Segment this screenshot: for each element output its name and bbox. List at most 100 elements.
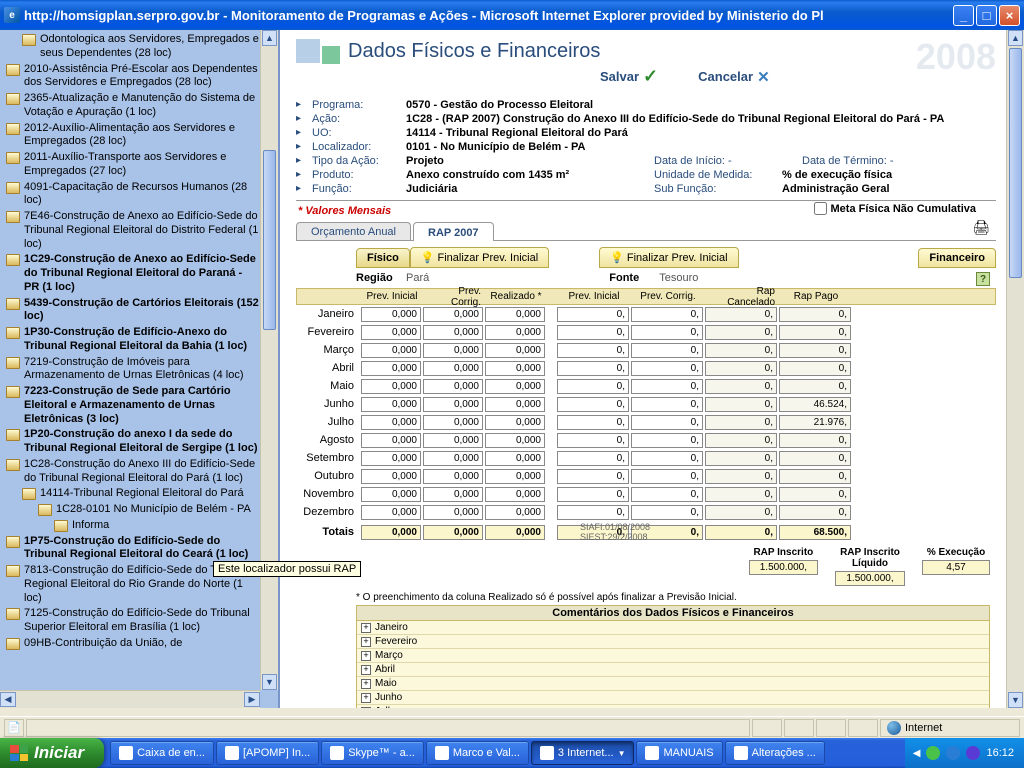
grid-cell[interactable]: 0,000 <box>361 379 421 394</box>
comment-row[interactable]: +Janeiro <box>357 621 989 635</box>
close-button[interactable]: × <box>999 5 1020 26</box>
subtab-finalizar-2[interactable]: 💡Finalizar Prev. Inicial <box>599 247 738 268</box>
grid-cell[interactable]: 0,000 <box>485 379 545 394</box>
grid-cell[interactable]: 0,000 <box>361 451 421 466</box>
sidebar-item[interactable]: 1C29-Construção de Anexo ao Edifício-Sed… <box>6 252 260 295</box>
grid-cell[interactable]: 0,000 <box>485 397 545 412</box>
taskbar-button[interactable]: Skype™ - a... <box>321 741 424 765</box>
sidebar-scrollbar-h[interactable]: ◀ ▶ <box>0 690 260 708</box>
expand-icon[interactable]: + <box>361 623 371 633</box>
grid-cell[interactable]: 0, <box>557 487 629 502</box>
grid-cell[interactable]: 0,000 <box>361 487 421 502</box>
grid-cell[interactable]: 0,000 <box>361 433 421 448</box>
system-tray[interactable]: ◀ 16:12 <box>905 738 1024 768</box>
grid-cell[interactable]: 0,000 <box>423 487 483 502</box>
grid-cell[interactable]: 0,000 <box>423 415 483 430</box>
grid-cell[interactable]: 0,000 <box>361 505 421 520</box>
grid-cell[interactable]: 0,000 <box>423 469 483 484</box>
grid-cell[interactable]: 0,000 <box>423 361 483 376</box>
tray-icon[interactable] <box>926 746 940 760</box>
scroll-thumb[interactable] <box>1009 48 1022 278</box>
comment-row[interactable]: +Julho <box>357 705 989 708</box>
grid-cell[interactable]: 0, <box>631 343 703 358</box>
grid-cell[interactable]: 0, <box>631 307 703 322</box>
subtab-financeiro[interactable]: Financeiro <box>918 248 996 268</box>
sidebar-item[interactable]: 7223-Construção de Sede para Cartório El… <box>6 384 260 427</box>
sidebar-item[interactable]: 2012-Auxílio-Alimentação aos Servidores … <box>6 121 260 151</box>
grid-cell[interactable]: 0,000 <box>485 325 545 340</box>
sidebar-item[interactable]: 1C28-Construção do Anexo III do Edifício… <box>6 457 260 487</box>
sidebar-item[interactable]: 4091-Capacitação de Recursos Humanos (28… <box>6 180 260 210</box>
tray-chevron-icon[interactable]: ◀ <box>913 748 921 759</box>
sidebar-scrollbar-v[interactable]: ▲ ▼ <box>260 30 278 690</box>
grid-cell[interactable]: 0,000 <box>361 343 421 358</box>
grid-cell[interactable]: 0, <box>631 505 703 520</box>
taskbar-button[interactable]: Caixa de en... <box>110 741 214 765</box>
taskbar-button[interactable]: 3 Internet... ▼ <box>531 741 635 765</box>
grid-cell[interactable]: 0,000 <box>485 343 545 358</box>
start-button[interactable]: Iniciar <box>0 738 104 768</box>
tab-rap-2007[interactable]: RAP 2007 <box>413 222 494 241</box>
grid-cell[interactable]: 0, <box>557 379 629 394</box>
grid-cell[interactable]: 0, <box>631 487 703 502</box>
comment-row[interactable]: +Abril <box>357 663 989 677</box>
taskbar-button[interactable]: Marco e Val... <box>426 741 529 765</box>
grid-cell[interactable]: 0, <box>631 379 703 394</box>
grid-cell[interactable]: 0, <box>631 433 703 448</box>
grid-cell[interactable]: 0,000 <box>361 325 421 340</box>
grid-cell[interactable]: 0, <box>557 469 629 484</box>
grid-cell[interactable]: 0,000 <box>423 379 483 394</box>
grid-cell[interactable]: 0,000 <box>485 487 545 502</box>
grid-cell[interactable]: 0,000 <box>361 415 421 430</box>
grid-cell[interactable]: 0,000 <box>423 325 483 340</box>
grid-cell[interactable]: 0,000 <box>485 415 545 430</box>
subtab-finalizar-1[interactable]: 💡Finalizar Prev. Inicial <box>410 247 549 268</box>
grid-cell[interactable]: 0,000 <box>361 469 421 484</box>
sidebar-item[interactable]: 09HB-Contribuição da União, de <box>6 636 260 652</box>
grid-cell[interactable]: 0,000 <box>423 343 483 358</box>
grid-cell[interactable]: 0, <box>557 343 629 358</box>
grid-cell[interactable]: 0,000 <box>485 307 545 322</box>
grid-cell[interactable]: 0, <box>631 415 703 430</box>
grid-cell[interactable]: 0, <box>631 397 703 412</box>
comment-row[interactable]: +Março <box>357 649 989 663</box>
subtab-fisico[interactable]: Físico <box>356 248 410 268</box>
grid-cell[interactable]: 0,000 <box>423 433 483 448</box>
scroll-down-icon[interactable]: ▼ <box>1008 692 1023 708</box>
taskbar-button[interactable]: MANUAIS <box>636 741 722 765</box>
sidebar-item[interactable]: 1P75-Construção do Edifício-Sede do Trib… <box>6 534 260 564</box>
grid-cell[interactable]: 0,000 <box>423 307 483 322</box>
maximize-button[interactable]: □ <box>976 5 997 26</box>
expand-icon[interactable]: + <box>361 665 371 675</box>
taskbar-button[interactable]: Alterações ... <box>725 741 825 765</box>
grid-cell[interactable]: 0, <box>631 361 703 376</box>
expand-icon[interactable]: + <box>361 651 371 661</box>
sidebar-item[interactable]: 7125-Construção do Edifício-Sede do Trib… <box>6 606 260 636</box>
grid-cell[interactable]: 0,000 <box>485 361 545 376</box>
scroll-down-icon[interactable]: ▼ <box>262 674 277 690</box>
grid-cell[interactable]: 0,000 <box>485 469 545 484</box>
grid-cell[interactable]: 0, <box>631 325 703 340</box>
expand-icon[interactable]: + <box>361 637 371 647</box>
tray-icon[interactable] <box>966 746 980 760</box>
scroll-up-icon[interactable]: ▲ <box>262 30 277 46</box>
sidebar-item[interactable]: Informa <box>6 518 260 534</box>
grid-cell[interactable]: 0,000 <box>485 433 545 448</box>
sidebar-item[interactable]: Odontologica aos Servidores, Empregados … <box>6 32 260 62</box>
tab-orcamento[interactable]: Orçamento Anual <box>296 222 411 240</box>
grid-cell[interactable]: 0, <box>557 451 629 466</box>
grid-cell[interactable]: 0,000 <box>423 505 483 520</box>
content-scrollbar[interactable]: ▲ ▼ <box>1006 30 1024 708</box>
sidebar-item[interactable]: 1C28-0101 No Município de Belém - PA <box>6 502 260 518</box>
minimize-button[interactable]: _ <box>953 5 974 26</box>
sidebar-item[interactable]: 2011-Auxílio-Transporte aos Servidores e… <box>6 150 260 180</box>
sidebar-item[interactable]: 5439-Construção de Cartórios Eleitorais … <box>6 296 260 326</box>
grid-cell[interactable]: 0, <box>557 325 629 340</box>
expand-icon[interactable]: + <box>361 679 371 689</box>
scroll-up-icon[interactable]: ▲ <box>1008 30 1023 46</box>
grid-cell[interactable]: 0, <box>631 451 703 466</box>
grid-cell[interactable]: 0, <box>557 361 629 376</box>
grid-cell[interactable]: 0, <box>557 307 629 322</box>
grid-cell[interactable]: 0, <box>631 469 703 484</box>
grid-cell[interactable]: 0,000 <box>361 397 421 412</box>
